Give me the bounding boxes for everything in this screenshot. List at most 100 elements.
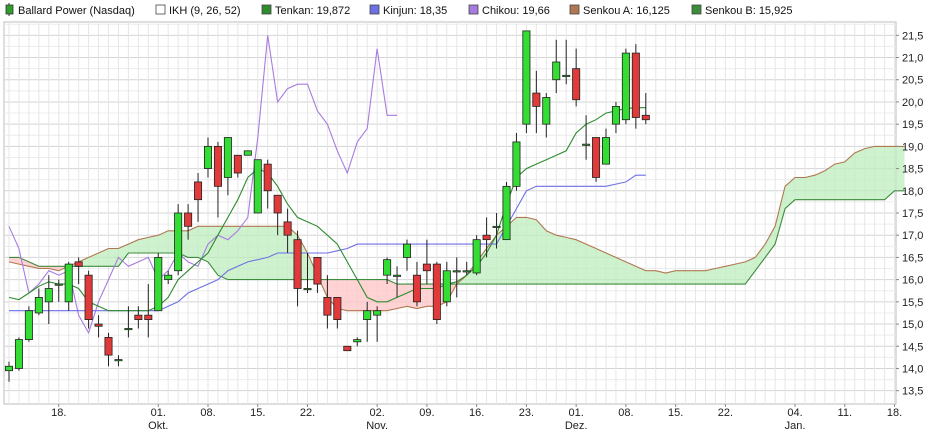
cloud-segment — [556, 235, 567, 285]
candle-body — [412, 274, 421, 303]
legend-candle-icon — [5, 4, 14, 15]
candle-body — [164, 274, 173, 281]
cloud-segment — [735, 261, 746, 285]
y-tick-label: 21,5 — [902, 30, 923, 42]
candle-body — [303, 288, 312, 291]
legend-label: Senkou B: 15,925 — [705, 5, 792, 17]
candle-body — [562, 74, 571, 77]
x-tick-label: 01. — [569, 407, 584, 419]
candle-body — [263, 163, 272, 192]
legend-item: Ballard Power (Nasdaq) — [5, 3, 135, 17]
legend-swatch — [261, 4, 272, 15]
candle-body — [383, 259, 392, 276]
legend-item: Tenkan: 19,872 — [261, 4, 350, 17]
x-tick-label: 22. — [300, 407, 315, 419]
y-tick-label: 16,5 — [902, 252, 923, 264]
x-tick-label: 01. — [151, 407, 166, 419]
x-tick-label: 18. — [51, 407, 66, 419]
candle-body — [84, 274, 93, 321]
legend-item: Kinjun: 18,35 — [369, 4, 447, 17]
candle-body — [333, 296, 342, 321]
legend-swatch — [691, 4, 702, 15]
candle-body — [144, 314, 153, 321]
candle-body — [482, 234, 491, 241]
cloud-segment — [247, 226, 258, 280]
grid — [3, 21, 897, 405]
cloud-segment — [198, 226, 208, 262]
candle-body — [393, 274, 402, 277]
candle-body — [492, 225, 501, 228]
cloud-segment — [576, 239, 587, 285]
candle-body — [283, 221, 292, 236]
candle-body — [5, 365, 13, 372]
cloud-segment — [606, 252, 616, 285]
candle-body — [233, 154, 242, 174]
cloud-segment — [267, 226, 278, 280]
candle-body — [631, 52, 640, 118]
cloud-segment — [516, 217, 527, 285]
candle-body — [502, 185, 511, 241]
candle-body — [194, 181, 203, 201]
candle-body — [402, 243, 411, 258]
y-tick-label: 14,0 — [902, 363, 923, 375]
y-tick-label: 19,0 — [902, 141, 923, 153]
candle-body — [343, 345, 352, 352]
candle-body — [114, 359, 123, 362]
candle-body — [203, 145, 212, 169]
candle-body — [572, 68, 581, 101]
ichimoku-chart: Ballard Power (Nasdaq) IKH (9, 26, 52) Ten… — [0, 0, 926, 433]
candle-body — [323, 296, 332, 316]
x-month-label: Okt. — [148, 420, 168, 432]
y-tick-label: 13,5 — [902, 386, 923, 398]
candle-body — [213, 145, 222, 187]
cloud-segment — [645, 270, 656, 285]
x-tick-label: 22. — [718, 407, 733, 419]
x-month-label: Jan. — [785, 420, 806, 432]
legend-label: Senkou A: 16,125 — [583, 5, 670, 17]
cloud-segment — [257, 226, 268, 280]
candle-body — [94, 323, 103, 327]
candle-body — [552, 61, 561, 81]
candle-body — [432, 263, 441, 321]
candle-body — [611, 105, 620, 125]
candle-body — [592, 137, 601, 178]
y-tick-label: 17,5 — [902, 208, 923, 220]
candle-body — [512, 141, 521, 187]
candle-body — [154, 257, 163, 312]
cloud-segment — [227, 226, 238, 280]
legend-item: Senkou B: 15,925 — [691, 4, 792, 17]
cloud-segment — [546, 230, 557, 285]
legend-label: Tenkan: 19,872 — [275, 5, 350, 17]
y-tick-label: 18,0 — [902, 186, 923, 198]
cloud-segment — [834, 161, 845, 200]
candle-body — [34, 296, 43, 314]
candle-body — [124, 328, 133, 331]
legend-item: Senkou A: 16,125 — [569, 4, 670, 17]
cloud-segment — [237, 226, 248, 280]
y-tick-label: 18,5 — [902, 164, 923, 176]
candle-body — [14, 339, 23, 369]
cloud-segment — [814, 170, 825, 200]
legend-label: IKH (9, 26, 52) — [169, 5, 241, 17]
candle-body — [353, 339, 362, 343]
x-tick-label: 04. — [787, 407, 802, 419]
legend-item: IKH (9, 26, 52) — [155, 4, 241, 17]
candle-body — [522, 30, 531, 125]
candle-body — [582, 143, 591, 146]
candle-body — [293, 239, 302, 289]
candle-body — [363, 310, 372, 321]
legend-swatch — [468, 4, 479, 15]
cloud-segment — [864, 146, 875, 200]
candle-body — [24, 310, 33, 340]
cloud-segment — [596, 248, 606, 285]
cloud-segment — [367, 279, 378, 311]
cloud-segment — [675, 270, 686, 285]
cloud-segment — [874, 146, 885, 200]
x-tick-label: 08. — [200, 407, 215, 419]
cloud-segment — [148, 235, 159, 253]
candle-body — [104, 336, 113, 356]
candle-body — [621, 52, 630, 121]
candle-body — [74, 261, 83, 267]
x-tick-label: 15. — [668, 407, 683, 419]
legend: Ballard Power (Nasdaq) IKH (9, 26, 52) Ten… — [5, 3, 792, 17]
